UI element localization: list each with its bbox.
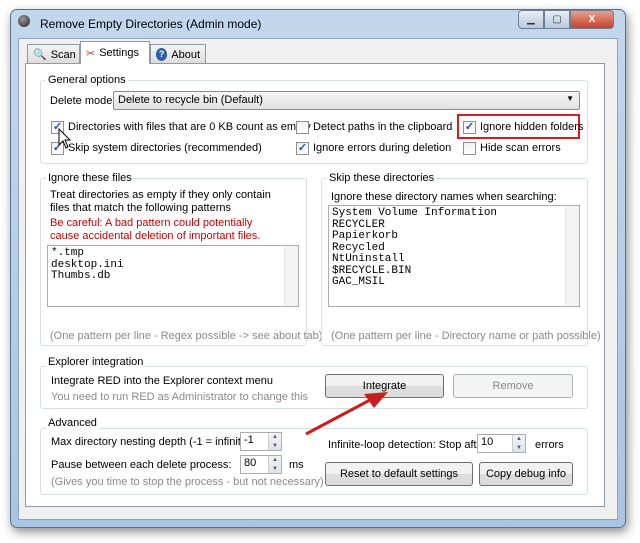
pause-note: (Gives you time to stop the process - bu…	[51, 476, 324, 488]
magnifier-icon: 🔍	[33, 49, 47, 61]
skip-dirs-hint: (One pattern per line - Directory name o…	[331, 330, 601, 342]
explorer-note: You need to run RED as Administrator to …	[51, 391, 309, 403]
detect-clipboard-label: Detect paths in the clipboard	[313, 121, 453, 133]
pause-unit: ms	[289, 459, 304, 471]
tab-about[interactable]: ? About	[150, 44, 206, 64]
ignore-errors-label: Ignore errors during deletion	[313, 142, 452, 154]
window-title: Remove Empty Directories (Admin mode)	[40, 17, 262, 31]
pause-stepper[interactable]: 80 ▲ ▼	[240, 455, 282, 474]
skip-dirs-desc: Ignore these directory names when search…	[331, 191, 557, 203]
scrollbar[interactable]	[284, 246, 298, 306]
group-title: Skip these directories	[327, 172, 437, 184]
app-icon	[18, 15, 30, 27]
delete-mode-select[interactable]: Delete to recycle bin (Default) ▼	[113, 91, 580, 110]
maximize-icon: ▢	[552, 14, 562, 25]
spin-arrows-icon[interactable]: ▲ ▼	[268, 433, 281, 450]
hide-scan-errors-checkbox[interactable]	[463, 142, 476, 155]
ignore-files-hint: (One pattern per line - Regex possible -…	[50, 330, 323, 342]
ignore-patterns-textarea[interactable]: *.tmp desktop.ini Thumbs.db	[47, 245, 299, 307]
zero-kb-label: Directories with files that are 0 KB cou…	[68, 121, 311, 133]
copy-debug-button[interactable]: Copy debug info	[479, 462, 573, 486]
skip-dirs-textarea[interactable]: System Volume Information RECYCLER Papie…	[328, 205, 580, 307]
skip-system-label: Skip system directories (recommended)	[68, 142, 262, 154]
minimize-button[interactable]: ▁	[518, 10, 544, 29]
explorer-desc: Integrate RED into the Explorer context …	[51, 375, 273, 387]
chevron-down-icon: ▼	[566, 94, 574, 103]
warning-text: cause accidental deletion of important f…	[50, 230, 261, 242]
reset-defaults-button[interactable]: Reset to default settings	[325, 462, 473, 486]
scrollbar[interactable]	[565, 206, 579, 306]
tab-scan[interactable]: 🔍 Scan	[27, 44, 80, 64]
group-title: Advanced	[46, 417, 99, 429]
close-icon: X	[588, 14, 596, 25]
mouse-cursor-icon	[58, 128, 72, 149]
spin-arrows-icon[interactable]: ▲ ▼	[268, 456, 281, 473]
ignore-hidden-label: Ignore hidden folders	[480, 121, 584, 133]
minimize-icon: ▁	[527, 14, 535, 25]
delete-mode-label: Delete mode:	[50, 95, 116, 107]
detect-clipboard-checkbox[interactable]	[296, 121, 309, 134]
ignore-hidden-checkbox[interactable]: ✓	[463, 121, 476, 134]
maximize-button[interactable]: ▢	[544, 10, 570, 29]
annotation-arrow-icon	[305, 392, 388, 436]
group-title: Ignore these files	[46, 172, 134, 184]
close-button[interactable]: X	[570, 10, 614, 29]
pause-label: Pause between each delete process:	[51, 459, 232, 471]
ignore-files-desc: Treat directories as empty if they only …	[50, 189, 271, 201]
ignore-files-desc: files that match the following patterns	[50, 202, 231, 214]
tab-settings[interactable]: ✂ Settings	[80, 41, 150, 64]
ignore-errors-checkbox[interactable]: ✓	[296, 142, 309, 155]
loop-unit: errors	[535, 439, 564, 451]
warning-text: Be careful: A bad pattern could potentia…	[50, 217, 253, 229]
remove-button[interactable]: Remove	[453, 374, 573, 398]
depth-stepper[interactable]: -1 ▲ ▼	[240, 432, 282, 451]
help-icon: ?	[156, 48, 168, 61]
tools-icon: ✂	[86, 47, 96, 60]
depth-label: Max directory nesting depth (-1 = infini…	[51, 436, 254, 448]
group-title: Explorer integration	[46, 356, 146, 368]
loop-label: Infinite-loop detection: Stop after	[328, 439, 487, 451]
group-title: General options	[46, 74, 128, 86]
hide-scan-errors-label: Hide scan errors	[480, 142, 561, 154]
spin-arrows-icon[interactable]: ▲ ▼	[512, 435, 525, 452]
loop-stepper[interactable]: 10 ▲ ▼	[477, 434, 526, 453]
